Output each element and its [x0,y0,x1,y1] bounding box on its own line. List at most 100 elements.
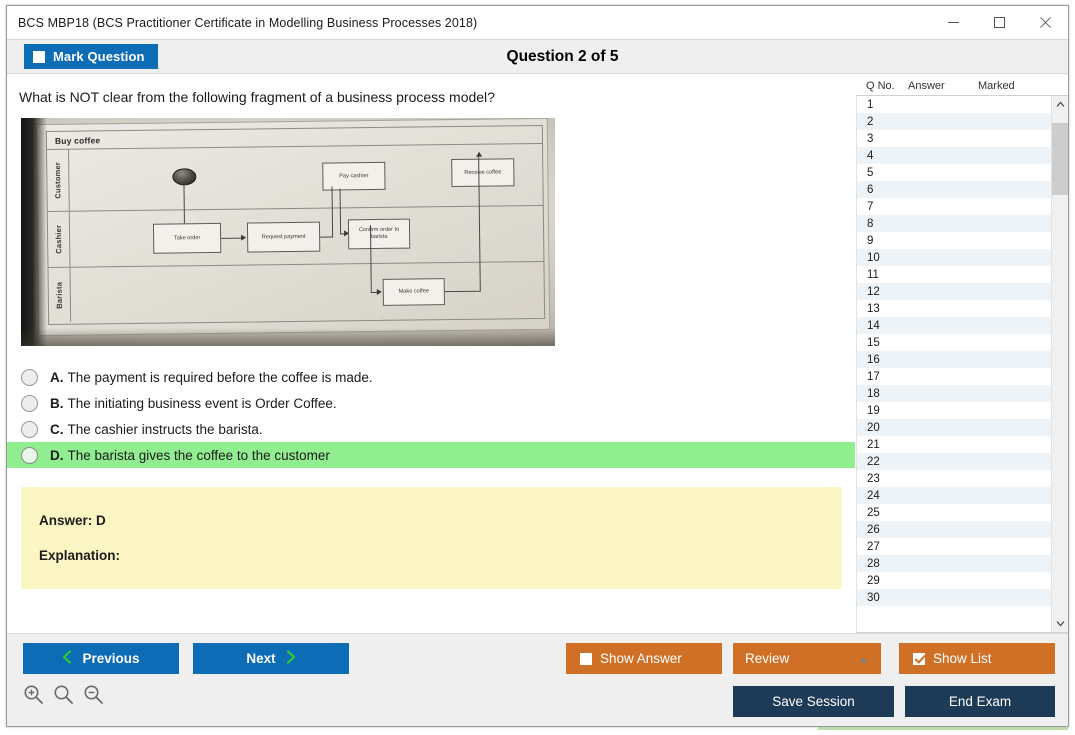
table-row[interactable]: 23 [857,470,1051,487]
screen-edge-artifact [818,727,1068,730]
option-d-radio[interactable] [21,447,38,464]
table-row[interactable]: 28 [857,555,1051,572]
table-row[interactable]: 24 [857,487,1051,504]
chevron-up-icon[interactable] [1052,96,1068,113]
exam-footer: Previous Next Show Answer Review Show Li… [7,633,1068,726]
option-a-letter: A. [50,370,64,385]
zoom-reset-icon[interactable] [53,684,74,705]
option-a-radio[interactable] [21,369,38,386]
table-row[interactable]: 5 [857,164,1051,181]
table-row[interactable]: 18 [857,385,1051,402]
mark-question-button[interactable]: Mark Question [24,44,158,69]
bpmn-task-label: Pay cashier [339,173,368,180]
table-row[interactable]: 19 [857,402,1051,419]
mark-question-checkbox[interactable] [33,51,45,63]
option-c-radio[interactable] [21,421,38,438]
scrollbar-thumb[interactable] [1052,123,1068,195]
table-row[interactable]: 26 [857,521,1051,538]
table-row[interactable]: 14 [857,317,1051,334]
table-row[interactable]: 10 [857,249,1051,266]
minimize-icon[interactable] [930,6,976,39]
show-answer-label: Show Answer [600,651,682,666]
table-row[interactable]: 15 [857,334,1051,351]
cell-qno: 19 [857,405,909,417]
table-row[interactable]: 2 [857,113,1051,130]
save-session-label: Save Session [772,694,855,709]
table-row[interactable]: 4 [857,147,1051,164]
next-button[interactable]: Next [193,643,349,674]
bpmn-lane-cashier: Cashier Take order Request payment Confi… [48,206,544,268]
table-row[interactable]: 29 [857,572,1051,589]
bpmn-lane-customer-label: Customer [53,162,62,199]
cell-qno: 2 [857,116,909,128]
bpmn-task-receive-coffee: Receive coffee [451,158,514,187]
table-row[interactable]: 3 [857,130,1051,147]
table-row[interactable]: 1 [857,96,1051,113]
review-label: Review [745,651,789,666]
close-icon[interactable] [1022,6,1068,39]
table-row[interactable]: 6 [857,181,1051,198]
end-exam-button[interactable]: End Exam [905,686,1055,717]
bpmn-lane-barista: Barista Make coffee [48,262,544,322]
option-c[interactable]: C. The cashier instructs the barista. [7,416,855,442]
cell-qno: 30 [857,592,909,604]
table-row[interactable]: 20 [857,419,1051,436]
table-row[interactable]: 8 [857,215,1051,232]
table-row[interactable]: 21 [857,436,1051,453]
question-column: What is NOT clear from the following fra… [7,74,855,633]
cell-qno: 28 [857,558,909,570]
show-answer-checkbox[interactable] [580,653,592,665]
cell-qno: 11 [857,269,909,281]
table-row[interactable]: 9 [857,232,1051,249]
option-a[interactable]: A. The payment is required before the co… [7,364,855,390]
scrollbar-track[interactable] [1052,113,1068,615]
zoom-controls [23,684,104,705]
cell-qno: 13 [857,303,909,315]
zoom-in-icon[interactable] [23,684,44,705]
option-a-text: The payment is required before the coffe… [68,370,373,385]
option-b-letter: B. [50,396,64,411]
window-title: BCS MBP18 (BCS Practitioner Certificate … [7,16,477,30]
question-list-panel: Q No. Answer Marked 12345678910111213141… [855,74,1068,633]
answer-label: Answer: D [39,513,842,528]
photo-shadow-left [21,118,47,346]
show-list-button[interactable]: Show List [899,643,1055,674]
bpmn-flow [221,238,242,239]
review-dropdown[interactable]: Review [733,643,881,674]
previous-button[interactable]: Previous [23,643,179,674]
option-b-radio[interactable] [21,395,38,412]
cell-qno: 22 [857,456,909,468]
cell-qno: 1 [857,99,909,111]
table-row[interactable]: 16 [857,351,1051,368]
option-d-text: The barista gives the coffee to the cust… [68,448,330,463]
bpmn-task-make-coffee: Make coffee [383,278,445,306]
table-row[interactable]: 30 [857,589,1051,606]
table-row[interactable]: 17 [857,368,1051,385]
table-row[interactable]: 12 [857,283,1051,300]
cell-qno: 3 [857,133,909,145]
option-d[interactable]: D. The barista gives the coffee to the c… [7,442,855,468]
table-row[interactable]: 22 [857,453,1051,470]
bpmn-task-label: Make coffee [399,289,429,296]
table-row[interactable]: 25 [857,504,1051,521]
cell-qno: 7 [857,201,909,213]
chevron-down-icon[interactable] [1052,615,1068,632]
show-answer-button[interactable]: Show Answer [566,643,722,674]
cell-qno: 26 [857,524,909,536]
question-list-scroll-area: 1234567891011121314151617181920212223242… [856,96,1068,633]
question-list-scrollbar[interactable] [1051,96,1068,632]
option-b[interactable]: B. The initiating business event is Orde… [7,390,855,416]
show-list-checkbox[interactable] [913,653,925,665]
question-text: What is NOT clear from the following fra… [7,74,855,106]
zoom-out-icon[interactable] [83,684,104,705]
maximize-icon[interactable] [976,6,1022,39]
cell-qno: 21 [857,439,909,451]
table-row[interactable]: 27 [857,538,1051,555]
bpmn-task-confirm-order: Confirm order to barista [348,219,410,250]
table-row[interactable]: 11 [857,266,1051,283]
save-session-button[interactable]: Save Session [733,686,894,717]
table-row[interactable]: 13 [857,300,1051,317]
exam-header: Mark Question Question 2 of 5 [7,39,1068,74]
answer-options: A. The payment is required before the co… [7,364,855,468]
table-row[interactable]: 7 [857,198,1051,215]
